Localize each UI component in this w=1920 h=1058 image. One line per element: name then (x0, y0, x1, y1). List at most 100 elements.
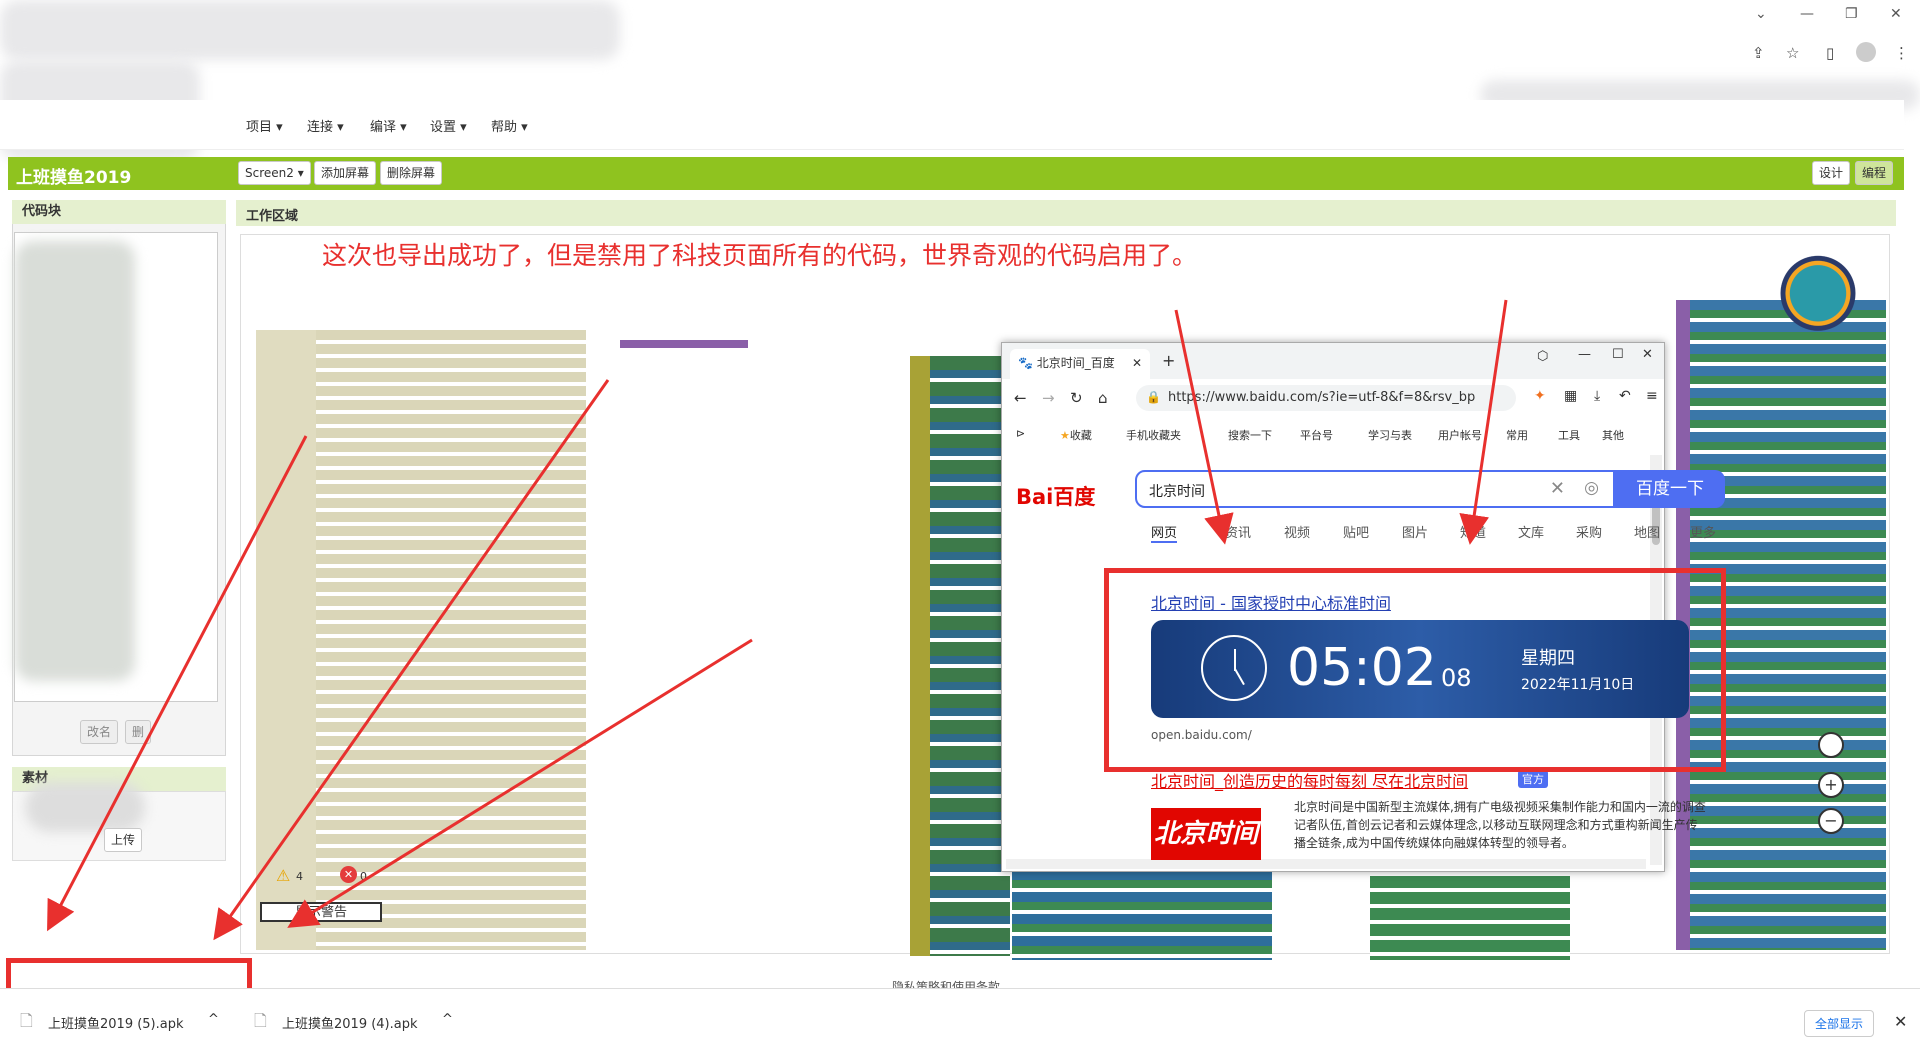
baidu-search-button[interactable]: 百度一下 (1615, 470, 1725, 508)
extension-icon[interactable]: ✦ (1534, 388, 1546, 404)
bookmark-sidebar-icon[interactable]: ⊳ (1016, 427, 1025, 440)
rename-button[interactable]: 改名 (80, 720, 119, 744)
tab-video[interactable]: 视频 (1284, 522, 1310, 541)
tab-caigou[interactable]: 采购 (1576, 522, 1602, 541)
blocks-tree[interactable] (14, 232, 218, 702)
add-screen-button[interactable]: 添加屏幕 (314, 161, 377, 185)
popup-tab-title: 北京时间_百度 (1036, 356, 1115, 370)
block-stack-left (256, 330, 316, 950)
close-icon[interactable]: ✕ (1890, 6, 1902, 22)
menu-settings[interactable]: 设置 ▾ (430, 116, 467, 135)
download-filename-1: 上班摸鱼2019 (5).apk (48, 1017, 184, 1032)
baidu-search-input[interactable]: 北京时间 ✕ ◎ (1135, 470, 1615, 508)
apps-icon[interactable]: ▦ (1564, 388, 1577, 404)
popup-maximize-icon[interactable]: ☐ (1612, 347, 1624, 362)
tab-wenku[interactable]: 文库 (1518, 522, 1544, 541)
back-icon[interactable]: ← (1014, 389, 1027, 407)
bookmark-2[interactable]: 搜索一下 (1228, 427, 1272, 443)
tab-tieba[interactable]: 贴吧 (1343, 522, 1369, 541)
popup-close-icon[interactable]: ✕ (1642, 347, 1653, 362)
show-warnings-button[interactable]: 显示警告 (260, 902, 382, 922)
warning-icon: ⚠ (276, 866, 291, 885)
official-badge: 官方 (1518, 770, 1548, 788)
download-item-2[interactable]: 🗋 上班摸鱼2019 (4).apk ^ (254, 1010, 454, 1034)
target-icon[interactable] (1818, 732, 1844, 758)
designer-button[interactable]: 设计 (1812, 161, 1851, 185)
bookmark-8[interactable]: 其他 (1602, 427, 1624, 443)
highlight-box-clock (1104, 568, 1726, 772)
more-icon[interactable]: ⋮ (1894, 44, 1909, 62)
tab-search-icon[interactable]: ⌄ (1755, 6, 1767, 22)
blurred-tree (15, 241, 135, 681)
tab-image[interactable]: 图片 (1402, 522, 1428, 541)
lock-icon: 🔒 (1146, 390, 1161, 404)
home-icon[interactable]: ⌂ (1098, 389, 1108, 407)
popup-more-icon[interactable]: ≡ (1646, 388, 1658, 404)
upload-button[interactable]: 上传 (104, 828, 143, 852)
popup-minimize-icon[interactable]: — (1578, 347, 1591, 362)
tab-map[interactable]: 地图 (1634, 522, 1660, 541)
enabled-blocks-bottom[interactable] (1370, 860, 1570, 960)
star-icon[interactable]: ☆ (1786, 44, 1799, 62)
popup-tab[interactable]: 🐾 北京时间_百度 ✕ (1010, 349, 1150, 379)
workspace-title: 工作区域 (246, 209, 299, 224)
restore-icon[interactable]: ❐ (1845, 6, 1858, 22)
tab-news[interactable]: 资讯 (1225, 522, 1251, 541)
bookmarks-bar: ⊳ ★收藏 手机收藏夹 搜索一下 平台号 学习与表 用户帐号 常用 工具 其他 (1002, 423, 1664, 449)
popup-address-bar[interactable]: 🔒 https://www.baidu.com/s?ie=utf-8&f=8&r… (1136, 385, 1516, 411)
bookmark-4[interactable]: 学习与表 (1368, 427, 1412, 443)
chevron-up-icon[interactable]: ^ (208, 1012, 219, 1027)
menu-build[interactable]: 编译 ▾ (370, 116, 407, 135)
bookmark-6[interactable]: 常用 (1506, 427, 1528, 443)
tab-web[interactable]: 网页 (1151, 522, 1178, 543)
delete-button[interactable]: 删 (125, 720, 152, 744)
screen-select[interactable]: Screen2 ▾ (238, 161, 311, 185)
tab-zhidao[interactable]: 知道 (1460, 522, 1486, 541)
baidu-logo[interactable]: Bai百度 (1016, 481, 1095, 511)
popup-menu-icon[interactable]: ⬡ (1537, 349, 1548, 364)
bookmark-1[interactable]: 手机收藏夹 (1126, 427, 1181, 443)
baidu-paw-icon: 🐾 (1018, 356, 1033, 370)
bookmark-7[interactable]: 工具 (1558, 427, 1580, 443)
enabled-blocks-row[interactable] (1012, 870, 1272, 960)
reload-icon[interactable]: ↻ (1070, 389, 1083, 407)
browser-chrome: ⌄ — ❐ ✕ ⇪ ☆ ▯ ⋮ (0, 0, 1920, 160)
chevron-up-icon[interactable]: ^ (442, 1012, 453, 1027)
star-filled-icon: ★ (1060, 429, 1070, 442)
bookmark-5[interactable]: 用户帐号 (1438, 427, 1482, 443)
purple-block[interactable] (620, 340, 748, 348)
zoom-out-icon[interactable]: − (1818, 808, 1844, 834)
sidepanel-icon[interactable]: ▯ (1826, 44, 1834, 62)
tab-close-icon[interactable]: ✕ (1132, 349, 1142, 377)
bookmark-0[interactable]: ★收藏 (1060, 427, 1092, 443)
close-downloads-icon[interactable]: ✕ (1894, 1012, 1907, 1031)
forward-icon[interactable]: → (1042, 389, 1055, 407)
camera-icon[interactable]: ◎ (1584, 478, 1599, 498)
blocks-button[interactable]: 编程 (1855, 161, 1894, 185)
tab-more[interactable]: 更多 (1690, 522, 1716, 541)
result2-logo[interactable]: 北京时间 (1151, 808, 1261, 860)
download-icon[interactable]: ⤓ (1594, 388, 1600, 404)
blocks-panel-head: 代码块 (12, 200, 226, 224)
clear-icon[interactable]: ✕ (1550, 478, 1565, 499)
undo-icon[interactable]: ↶ (1619, 388, 1631, 404)
new-tab-icon[interactable]: + (1162, 351, 1175, 370)
annotation-text: 这次也导出成功了，但是禁用了科技页面所有的代码，世界奇观的代码启用了。 (322, 241, 1198, 270)
blurred-media (25, 782, 145, 832)
minimize-icon[interactable]: — (1800, 6, 1814, 22)
menu-project[interactable]: 项目 ▾ (246, 116, 283, 135)
avatar[interactable] (1856, 42, 1876, 62)
share-icon[interactable]: ⇪ (1752, 44, 1765, 62)
error-icon: ✕ (340, 866, 357, 883)
menu-help[interactable]: 帮助 ▾ (491, 116, 528, 135)
popup-hscrollbar[interactable] (1006, 859, 1646, 869)
warning-count: 4 (296, 870, 303, 883)
workspace-head: 工作区域 (236, 200, 1896, 226)
download-item-1[interactable]: 🗋 上班摸鱼2019 (5).apk ^ (20, 1010, 220, 1034)
zoom-in-icon[interactable]: + (1818, 772, 1844, 798)
remove-screen-button[interactable]: 删除屏幕 (380, 161, 443, 185)
backpack-icon[interactable] (1778, 246, 1858, 332)
menu-connect[interactable]: 连接 ▾ (307, 116, 344, 135)
bookmark-3[interactable]: 平台号 (1300, 427, 1333, 443)
show-all-downloads-button[interactable]: 全部显示 (1804, 1010, 1875, 1037)
